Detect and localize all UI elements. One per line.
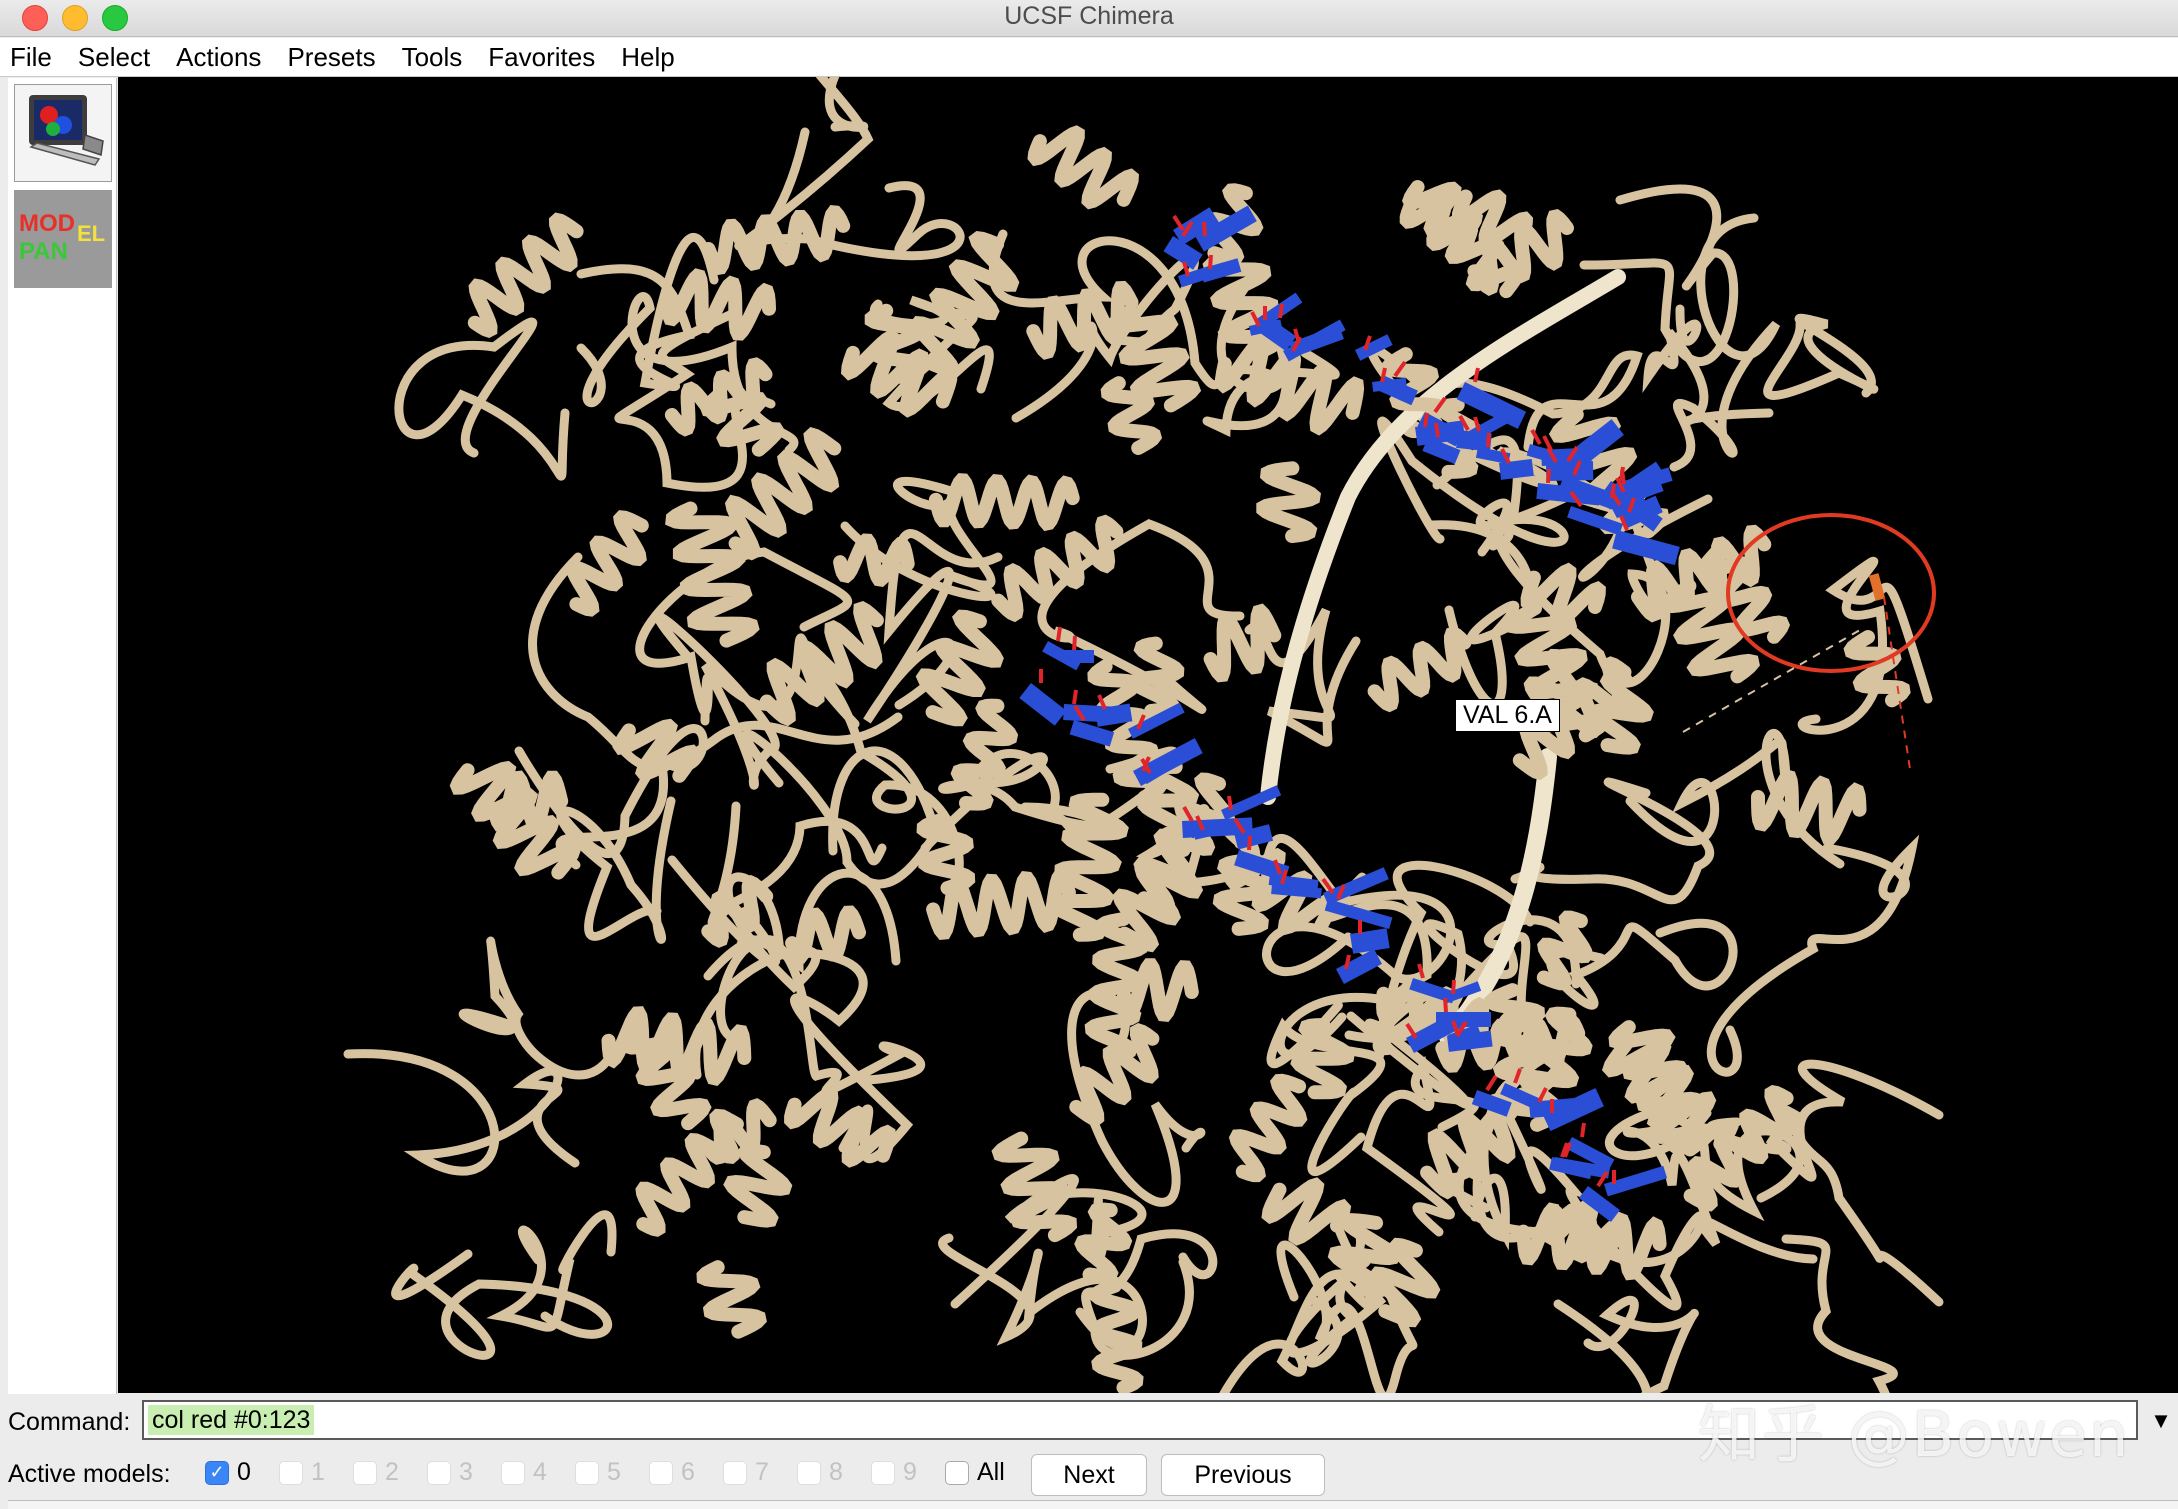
model-panel-button[interactable]: MOD EL PAN <box>14 190 112 288</box>
previous-button[interactable]: Previous <box>1161 1454 1325 1496</box>
checkbox-box <box>649 1460 673 1485</box>
model-label: 5 <box>607 1458 621 1486</box>
model-checkbox-2[interactable]: 2 <box>353 1458 399 1487</box>
model-checkbox-8[interactable]: 8 <box>797 1458 843 1487</box>
all-models-checkbox[interactable]: All <box>945 1458 1005 1487</box>
atom-label: VAL 6.A <box>1455 699 1560 732</box>
svg-text:PAN: PAN <box>19 238 68 265</box>
window-title: UCSF Chimera <box>1004 2 1174 30</box>
menu-bar: File Select Actions Presets Tools Favori… <box>0 38 2178 77</box>
checkbox-box <box>945 1460 969 1485</box>
protein-ribbon-model <box>343 77 1944 1393</box>
checkmark-icon: ✓ <box>205 1460 229 1485</box>
checkbox-box <box>871 1460 895 1485</box>
command-text: col red #0:123 <box>148 1405 315 1435</box>
model-checkbox-6[interactable]: 6 <box>649 1458 695 1487</box>
model-checkbox-9[interactable]: 9 <box>871 1458 917 1487</box>
active-models-label: Active models: <box>8 1460 171 1488</box>
model-label: 6 <box>681 1458 695 1486</box>
checkbox-box <box>501 1460 525 1485</box>
menu-favorites[interactable]: Favorites <box>475 38 608 76</box>
model-label: 9 <box>903 1458 917 1486</box>
menu-actions[interactable]: Actions <box>163 38 274 76</box>
model-panel-icon: MOD EL PAN <box>19 210 105 265</box>
svg-text:EL: EL <box>77 221 105 246</box>
dropdown-arrow-icon[interactable]: ▼ <box>2148 1408 2174 1434</box>
svg-text:MOD: MOD <box>19 210 75 237</box>
menu-select[interactable]: Select <box>65 38 163 76</box>
model-checkbox-0[interactable]: ✓ 0 <box>205 1458 251 1487</box>
all-label: All <box>977 1458 1005 1486</box>
chimera-monitor-icon <box>29 95 104 166</box>
checkbox-box <box>575 1460 599 1485</box>
model-checkbox-7[interactable]: 7 <box>723 1458 769 1487</box>
molecule-graphics-viewer[interactable]: VAL 6.A <box>118 77 2178 1393</box>
menu-file[interactable]: File <box>0 38 65 76</box>
model-label: 0 <box>237 1458 251 1486</box>
checkbox-box <box>279 1460 303 1485</box>
title-bar: UCSF Chimera <box>0 0 2178 37</box>
menu-presets[interactable]: Presets <box>274 38 388 76</box>
model-label: 4 <box>533 1458 547 1486</box>
left-toolbar: MOD EL PAN <box>8 78 117 1394</box>
model-checkbox-1[interactable]: 1 <box>279 1458 325 1487</box>
chimera-monitor-button[interactable] <box>14 84 112 182</box>
checkbox-box <box>427 1460 451 1485</box>
command-label: Command: <box>8 1408 131 1436</box>
model-label: 8 <box>829 1458 843 1486</box>
active-models-row: Active models: ✓ 0 1 2 3 4 5 6 7 8 9 All… <box>0 1452 2178 1502</box>
model-checkbox-4[interactable]: 4 <box>501 1458 547 1487</box>
model-label: 2 <box>385 1458 399 1486</box>
model-checkbox-5[interactable]: 5 <box>575 1458 621 1487</box>
checkbox-box <box>723 1460 747 1485</box>
model-label: 3 <box>459 1458 473 1486</box>
checkbox-box <box>797 1460 821 1485</box>
next-button[interactable]: Next <box>1031 1454 1147 1496</box>
menu-help[interactable]: Help <box>608 38 687 76</box>
model-label: 7 <box>755 1458 769 1486</box>
menu-tools[interactable]: Tools <box>389 38 476 76</box>
checkbox-box <box>353 1460 377 1485</box>
model-checkbox-3[interactable]: 3 <box>427 1458 473 1487</box>
model-label: 1 <box>311 1458 325 1486</box>
